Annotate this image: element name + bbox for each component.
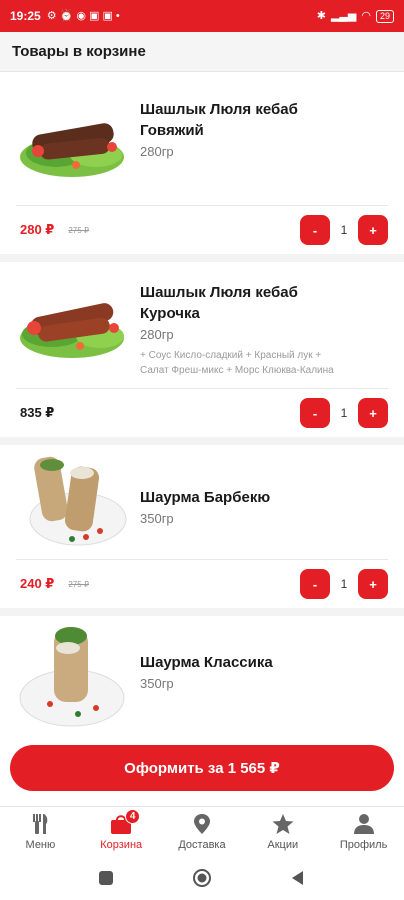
bluetooth-icon: ✱ [316, 9, 326, 22]
fork-knife-icon [27, 813, 53, 835]
product-modifiers: + Соус Кисло-сладкий + Красный лук + Сал… [140, 348, 388, 378]
cart-item-top: Шаурма Классика 350гр [0, 616, 404, 732]
map-pin-icon [189, 813, 215, 835]
product-name: Шаурма Классика [140, 654, 273, 671]
quantity-value: 1 [340, 223, 348, 237]
nav-item-delivery[interactable]: Доставка [162, 807, 243, 856]
decrease-button[interactable]: - [300, 215, 330, 245]
battery-icon: 29 [375, 9, 394, 23]
product-image [16, 622, 128, 732]
cart-item-bottom: 835 ₽ - 1 + [0, 389, 404, 437]
quantity-stepper: - 1 + [300, 569, 388, 599]
increase-button[interactable]: + [358, 569, 388, 599]
nav-item-profile[interactable]: Профиль [323, 807, 404, 856]
status-right: ✱ ▂▃▅ ◠ 29 [316, 9, 394, 23]
product-name: Шаурма Барбекю [140, 489, 271, 506]
cart-item: Шаурма Классика 350гр [0, 616, 404, 732]
recents-button[interactable] [98, 870, 114, 886]
cart-item: Шашлык Люля кебаб Курочка 280гр + Соус К… [0, 262, 404, 445]
increase-button[interactable]: + [358, 215, 388, 245]
status-time: 19:25 [10, 9, 41, 23]
circle-icon [193, 869, 211, 887]
product-info: Шашлык Люля кебаб Курочка 280гр + Соус К… [140, 278, 388, 378]
system-nav [0, 856, 404, 900]
product-weight: 280гр [140, 144, 174, 159]
product-name-line: Шашлык Люля кебаб [140, 284, 298, 301]
product-weight: 350гр [140, 511, 174, 526]
product-name: Шашлык Люля кебаб Курочка [140, 282, 388, 324]
product-info: Шаурма Классика 350гр [140, 622, 388, 732]
modifiers-line: Салат Фреш-микс + Морс Клюква-Калина [140, 365, 334, 376]
back-button[interactable] [290, 870, 306, 886]
nav-label: Корзина [100, 839, 143, 851]
product-weight: 350гр [140, 676, 174, 691]
cart-badge: 4 [125, 809, 141, 824]
item-price: 240 ₽ [20, 576, 55, 591]
page-header: Товары в корзине [0, 32, 404, 72]
quantity-value: 1 [340, 406, 348, 420]
nav-item-cart[interactable]: 4 Корзина [81, 807, 162, 856]
item-old-price: 275 ₽ [68, 225, 90, 235]
decrease-button[interactable]: - [300, 569, 330, 599]
home-button[interactable] [192, 868, 212, 888]
decrease-button[interactable]: - [300, 398, 330, 428]
item-price: 835 ₽ [20, 405, 55, 420]
item-price: 280 ₽ [20, 222, 55, 237]
notification-icons: ⚙ ⏰ ◉ ▣ ▣ • [46, 9, 120, 22]
product-weight: 280гр [140, 327, 174, 342]
status-left: 19:25 ⚙ ⏰ ◉ ▣ ▣ • [10, 9, 120, 23]
checkout-bar: Оформить за 1 565 ₽ [0, 735, 404, 805]
nav-label: Акции [267, 839, 299, 851]
nav-item-promotions[interactable]: Акции [242, 807, 323, 856]
page-title: Товары в корзине [12, 43, 146, 60]
nav-label: Меню [25, 839, 56, 851]
product-info: Шашлык Люля кебаб Говяжий 280гр [140, 95, 388, 185]
cart-item: Шашлык Люля кебаб Говяжий 280гр 280 ₽ 27… [0, 73, 404, 262]
square-icon [99, 871, 113, 885]
product-info: Шаурма Барбекю 350гр [140, 451, 388, 551]
product-image [16, 451, 128, 551]
cart-bag-icon: 4 [108, 809, 141, 835]
cart-list[interactable]: Шашлык Люля кебаб Говяжий 280гр 280 ₽ 27… [0, 73, 404, 810]
nav-item-menu[interactable]: Меню [0, 807, 81, 856]
bottom-nav: Меню 4 Корзина Доставка Акции Профиль [0, 806, 404, 856]
cart-item-top: Шаурма Барбекю 350гр [0, 445, 404, 551]
product-image [16, 278, 128, 368]
signal-icon: ▂▃▅ [330, 9, 357, 22]
quantity-stepper: - 1 + [300, 398, 388, 428]
cart-item-top: Шашлык Люля кебаб Говяжий 280гр [0, 73, 404, 185]
wifi-icon: ◠ [361, 9, 371, 22]
status-bar: 19:25 ⚙ ⏰ ◉ ▣ ▣ • ✱ ▂▃▅ ◠ 29 [0, 0, 404, 32]
back-triangle-icon [292, 871, 303, 885]
cart-item: Шаурма Барбекю 350гр 240 ₽ 275 ₽ - 1 + [0, 445, 404, 616]
checkout-button[interactable]: Оформить за 1 565 ₽ [10, 745, 394, 791]
increase-button[interactable]: + [358, 398, 388, 428]
quantity-value: 1 [340, 577, 348, 591]
quantity-stepper: - 1 + [300, 215, 388, 245]
cart-item-top: Шашлык Люля кебаб Курочка 280гр + Соус К… [0, 262, 404, 378]
nav-label: Профиль [339, 839, 388, 851]
product-image [16, 95, 128, 185]
star-icon [270, 813, 296, 835]
item-old-price: 275 ₽ [68, 579, 90, 589]
modifiers-line: + Соус Кисло-сладкий + Красный лук + [140, 350, 322, 361]
user-icon [351, 813, 377, 835]
cart-item-bottom: 240 ₽ 275 ₽ - 1 + [0, 560, 404, 608]
cart-item-bottom: 280 ₽ 275 ₽ - 1 + [0, 206, 404, 254]
product-name: Шашлык Люля кебаб Говяжий [140, 99, 388, 141]
product-name-line: Говяжий [140, 122, 204, 139]
nav-label: Доставка [178, 839, 226, 851]
product-name-line: Курочка [140, 305, 200, 322]
product-name-line: Шашлык Люля кебаб [140, 101, 298, 118]
